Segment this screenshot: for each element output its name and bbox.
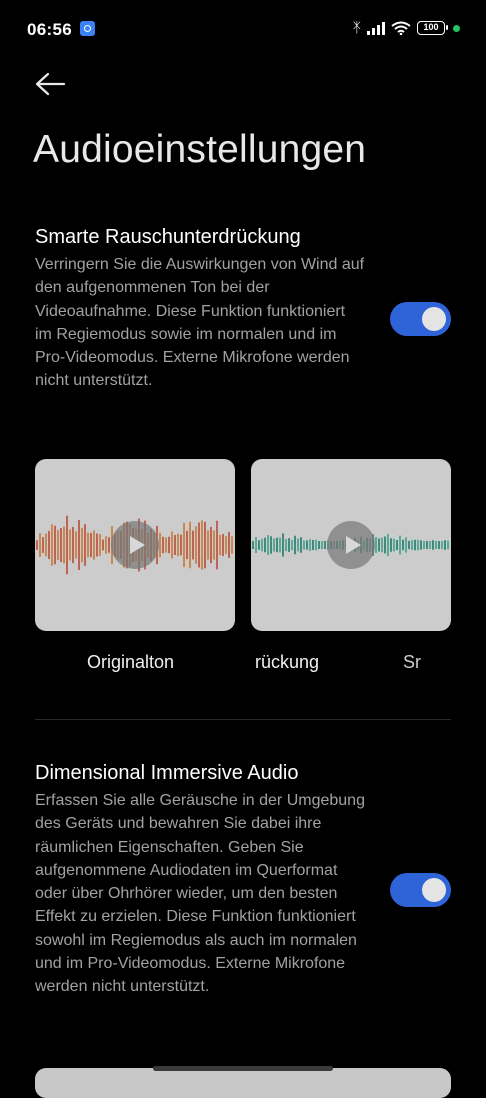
carousel-label-next: Sr (403, 652, 421, 672)
noise-reduction-title: Smarte Rauschunterdrückung (35, 226, 301, 248)
toggle-knob (422, 307, 446, 331)
noise-reduction-description: Verringern Sie die Auswirkungen von Wind… (35, 256, 365, 390)
play-icon[interactable] (111, 521, 159, 569)
original-sound-preview-card[interactable] (35, 459, 235, 631)
arrow-left-icon (35, 72, 66, 96)
signal-icon (367, 21, 385, 35)
carousel-label-original: Originalton (87, 652, 175, 672)
section-divider (35, 719, 451, 720)
back-button[interactable] (32, 68, 68, 100)
bluetooth-icon: ᛡ (352, 20, 361, 36)
immersive-audio-title: Dimensional Immersive Audio (35, 762, 299, 784)
noise-reduced-preview-card[interactable] (251, 459, 451, 631)
status-bar: 06:56 ᛡ 100 (0, 0, 486, 60)
charging-indicator-icon (453, 24, 460, 32)
page-title: Audioeinstellungen (33, 128, 367, 171)
carousel-label-noise-reduction: rückung (255, 652, 320, 672)
app-notification-icon (80, 21, 95, 36)
status-icons: ᛡ 100 (353, 20, 460, 36)
immersive-audio-toggle[interactable] (390, 873, 451, 907)
wifi-icon (391, 21, 411, 35)
noise-reduction-toggle[interactable] (390, 302, 451, 336)
play-icon[interactable] (327, 521, 375, 569)
battery-icon: 100 (417, 21, 448, 35)
immersive-audio-description: Erfassen Sie alle Geräusche in der Umgeb… (35, 792, 365, 996)
next-preview-card[interactable] (35, 1068, 451, 1098)
toggle-knob (422, 878, 446, 902)
status-time: 06:56 (27, 20, 72, 39)
home-indicator (153, 1066, 333, 1071)
